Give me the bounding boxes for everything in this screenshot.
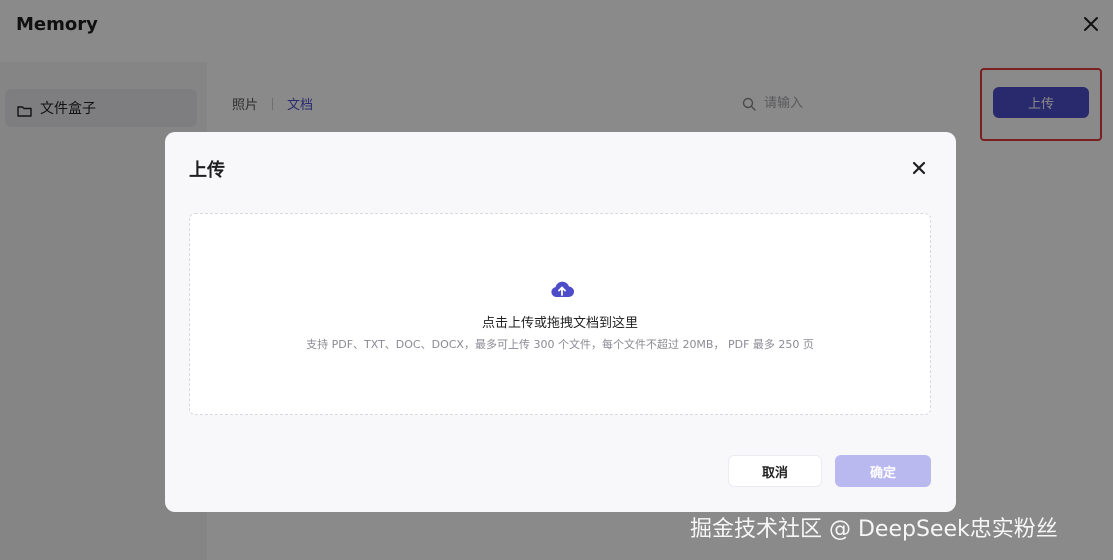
upload-dialog: 上传 点击上传或拖拽文档到这里 支持 PDF、TXT、DOC、DOCX，最多可上…	[165, 132, 956, 512]
dialog-close-icon[interactable]	[910, 159, 928, 177]
dialog-title: 上传	[189, 160, 225, 181]
dropzone-hint: 支持 PDF、TXT、DOC、DOCX，最多可上传 300 个文件，每个文件不超…	[306, 338, 814, 351]
watermark: 掘金技术社区 @ DeepSeek忠实粉丝	[690, 517, 1058, 542]
dropzone-title: 点击上传或拖拽文档到这里	[481, 316, 638, 331]
cloud-upload-icon	[550, 279, 575, 299]
upload-dropzone[interactable]: 点击上传或拖拽文档到这里 支持 PDF、TXT、DOC、DOCX，最多可上传 3…	[189, 213, 931, 415]
cancel-button[interactable]: 取消	[728, 455, 822, 487]
confirm-button[interactable]: 确定	[835, 455, 931, 487]
